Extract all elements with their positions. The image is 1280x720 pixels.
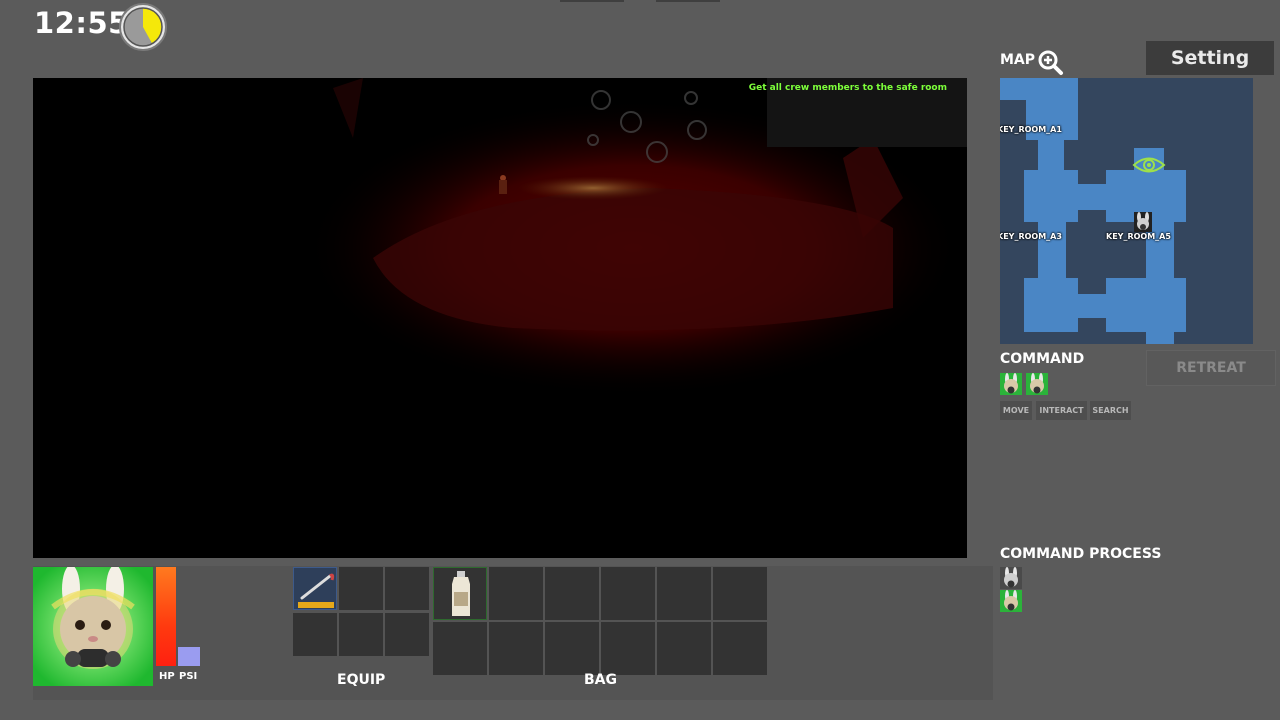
process-avatar-icon [1000, 590, 1022, 612]
equip-label: EQUIP [337, 672, 386, 688]
bag-slot[interactable] [657, 622, 711, 675]
psi-label: PSI [179, 671, 198, 682]
bag-slot[interactable] [433, 567, 487, 620]
hp-bar [156, 567, 176, 666]
bag-label: BAG [584, 672, 617, 688]
equip-slot[interactable] [385, 567, 429, 610]
eye-icon [1132, 154, 1166, 176]
equip-slot[interactable] [293, 567, 337, 610]
bag-slot[interactable] [489, 567, 543, 620]
map-room [1000, 78, 1078, 100]
equip-slot[interactable] [339, 567, 383, 610]
setting-button[interactable]: Setting [1146, 41, 1274, 75]
equip-slot[interactable] [339, 613, 383, 656]
map-room [1038, 138, 1064, 170]
milk-bottle-icon [452, 571, 470, 616]
crowbar-icon [298, 573, 335, 608]
bag-slot[interactable] [713, 567, 767, 620]
room-label-a1: KEY_ROOM_A1 [1000, 125, 1062, 134]
room-label-a3: KEY_ROOM_A3 [1000, 232, 1062, 241]
map-room [1076, 184, 1106, 210]
game-viewport[interactable]: Get all crew members to the safe room [33, 78, 967, 558]
bag-slot[interactable] [601, 622, 655, 675]
bag-slot[interactable] [433, 622, 487, 675]
map-room [1038, 222, 1066, 282]
map-room [1024, 278, 1078, 332]
bag-slot[interactable] [713, 622, 767, 675]
move-button[interactable]: MOVE [1000, 401, 1032, 420]
timer-icon [118, 2, 168, 52]
psi-bar [178, 647, 200, 666]
map-title: MAP [1000, 52, 1036, 68]
character-portrait[interactable] [33, 567, 153, 686]
equip-slot[interactable] [385, 613, 429, 656]
crew-marker-icon [1134, 212, 1152, 232]
process-avatar-icon [1000, 567, 1022, 589]
retreat-button[interactable]: RETREAT [1146, 350, 1276, 386]
equip-slot[interactable] [293, 613, 337, 656]
map-room [1106, 278, 1186, 332]
map-room [1024, 170, 1078, 222]
command-title: COMMAND [1000, 351, 1085, 367]
top-tab-strip [560, 0, 720, 2]
bag-slot[interactable] [657, 567, 711, 620]
bag-slot[interactable] [489, 622, 543, 675]
objective-text: Get all crew members to the safe room [748, 83, 947, 93]
bag-slot[interactable] [601, 567, 655, 620]
map-room [1146, 330, 1174, 344]
map-room [1076, 294, 1106, 318]
crew-avatar-icon[interactable] [1000, 373, 1022, 395]
room-label-a5: KEY_ROOM_A5 [1106, 232, 1171, 241]
hp-label: HP [159, 671, 175, 682]
minimap[interactable]: KEY_ROOM_A1 KEY_ROOM_A3 KEY_ROOM_A5 [1000, 78, 1253, 344]
interact-button[interactable]: INTERACT [1036, 401, 1087, 420]
bag-slot[interactable] [545, 622, 599, 675]
crew-avatar-icon[interactable] [1026, 373, 1048, 395]
game-clock: 12:55 [34, 6, 129, 40]
bag-slot[interactable] [545, 567, 599, 620]
command-process-title: COMMAND PROCESS [1000, 546, 1162, 562]
zoom-in-icon[interactable] [1036, 48, 1064, 76]
search-button[interactable]: SEARCH [1090, 401, 1131, 420]
